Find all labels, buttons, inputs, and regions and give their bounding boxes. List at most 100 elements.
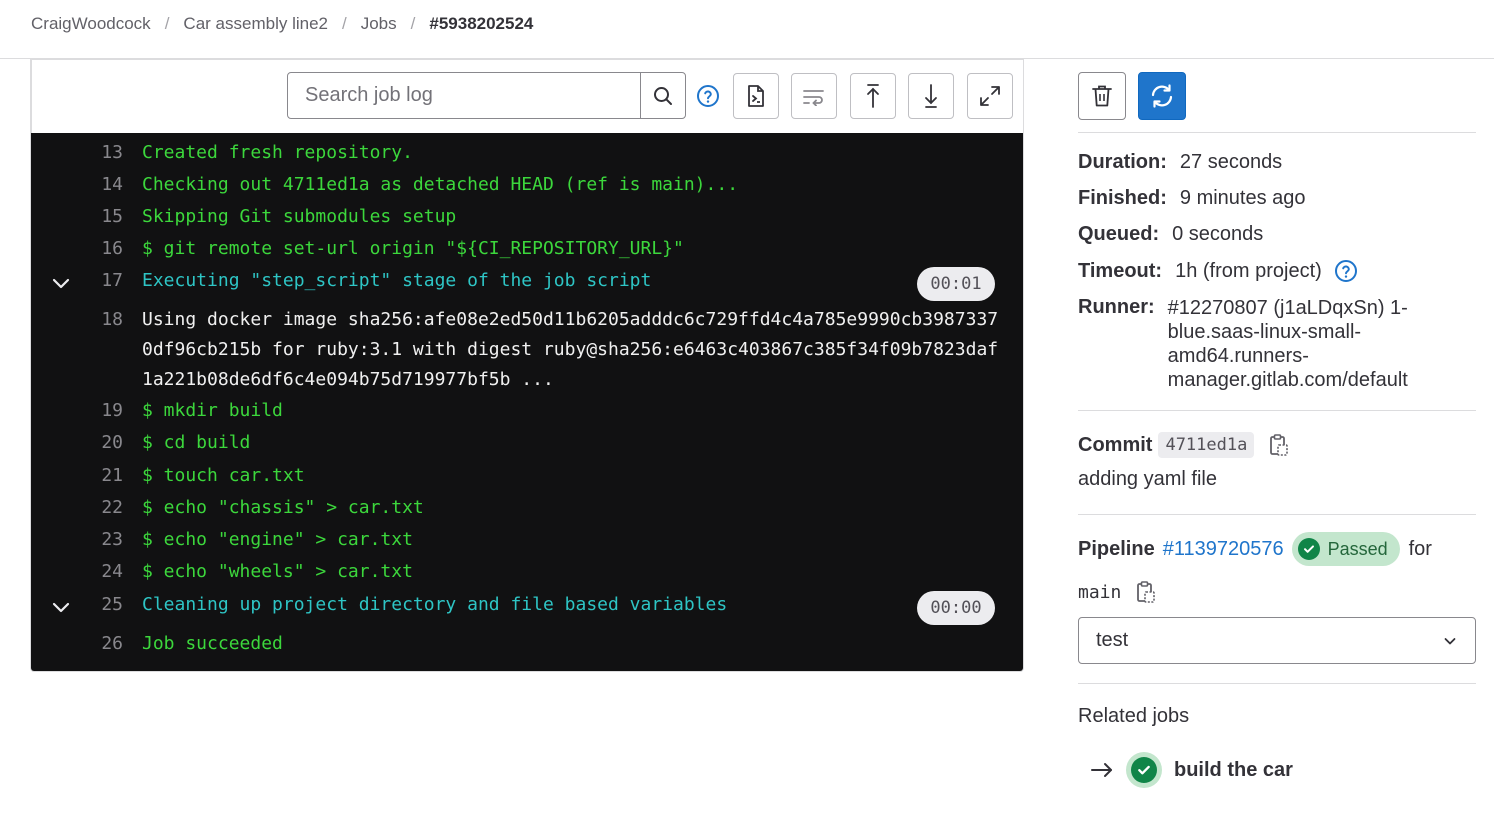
queued-row: Queued: 0 seconds <box>1078 223 1263 246</box>
log-line-number[interactable]: 14 <box>91 170 123 200</box>
log-line-number[interactable]: 21 <box>91 461 123 491</box>
commit-message: adding yaml file <box>1078 468 1217 490</box>
section-duration-badge: 00:01 <box>917 267 995 301</box>
breadcrumb-separator: / <box>341 14 347 33</box>
job-log-panel: 13 Created fresh repository. 14 Checking… <box>30 59 1024 672</box>
breadcrumb-item-jobs[interactable]: Jobs <box>361 14 397 34</box>
sidebar-divider <box>1078 132 1476 133</box>
pipeline-id-link[interactable]: #1139720576 <box>1163 538 1284 561</box>
pipeline-label: Pipeline <box>1078 537 1155 560</box>
show-raw-log-button[interactable] <box>733 73 779 119</box>
scroll-top-icon <box>867 84 879 108</box>
branch-name-link[interactable]: main <box>1078 582 1121 603</box>
finished-label: Finished: <box>1078 187 1167 209</box>
search-job-log-input[interactable] <box>287 72 641 119</box>
question-icon <box>697 85 719 107</box>
log-line-number[interactable]: 18 <box>91 305 123 335</box>
job-log-help-link[interactable] <box>696 84 720 108</box>
fullscreen-button[interactable] <box>967 73 1013 119</box>
stage-dropdown-value: test <box>1096 629 1129 651</box>
job-log-toolbar <box>31 59 1023 133</box>
timeout-label: Timeout: <box>1078 259 1163 282</box>
log-line-text: $ mkdir build <box>142 400 283 421</box>
related-job-name[interactable]: build the car <box>1174 759 1293 782</box>
log-line-text: Executing "step_script" stage of the job… <box>142 270 652 291</box>
log-line-text: Created fresh repository. <box>142 142 413 163</box>
finished-value: 9 minutes ago <box>1179 187 1306 209</box>
job-log-output: 13 Created fresh repository. 14 Checking… <box>31 133 1023 671</box>
trash-icon <box>1092 85 1112 107</box>
sidebar-divider <box>1078 514 1476 515</box>
raw-log-icon <box>748 85 764 107</box>
section-duration-badge: 00:00 <box>917 591 995 625</box>
log-line-number[interactable]: 16 <box>91 234 123 264</box>
log-line-text: $ touch car.txt <box>142 465 305 486</box>
erase-job-log-button[interactable] <box>1078 72 1126 120</box>
copy-to-clipboard-icon[interactable] <box>1135 580 1157 604</box>
log-line-number[interactable]: 20 <box>91 428 123 458</box>
search-icon <box>654 86 672 105</box>
breadcrumb-item-current-job[interactable]: #5938202524 <box>429 14 533 34</box>
line-wrap-icon <box>803 90 824 106</box>
pipeline-status-text: Passed <box>1327 538 1388 559</box>
retry-icon <box>1151 84 1173 108</box>
runner-label: Runner: <box>1078 296 1155 318</box>
log-line-text: Job succeeded <box>142 633 283 654</box>
duration-row: Duration: 27 seconds <box>1078 151 1282 174</box>
log-line-number[interactable]: 19 <box>91 396 123 426</box>
retry-job-button[interactable] <box>1138 72 1186 120</box>
scroll-to-top-button[interactable] <box>850 73 896 119</box>
pipeline-status-badge[interactable]: Passed <box>1291 532 1400 566</box>
log-line-text: $ cd build <box>142 432 251 453</box>
log-line-number[interactable]: 24 <box>91 557 123 587</box>
scroll-bottom-icon <box>925 84 937 108</box>
log-line-text: Skipping Git submodules setup <box>142 206 457 227</box>
queued-value: 0 seconds <box>1172 223 1264 245</box>
chevron-down-icon[interactable] <box>49 271 73 295</box>
duration-label: Duration: <box>1078 151 1167 173</box>
status-success-icon <box>1297 538 1320 560</box>
log-line-number[interactable]: 15 <box>91 202 123 232</box>
log-line-number[interactable]: 25 <box>91 590 123 620</box>
breadcrumb-item-project[interactable]: Car assembly line2 <box>183 14 328 34</box>
related-job-item[interactable]: build the car <box>1090 752 1293 788</box>
log-line-number[interactable]: 23 <box>91 525 123 555</box>
related-jobs-title: Related jobs <box>1078 705 1190 727</box>
copy-to-clipboard-icon[interactable] <box>1268 433 1290 457</box>
scroll-to-bottom-button[interactable] <box>908 73 954 119</box>
log-line-text: $ echo "chassis" > car.txt <box>142 497 424 518</box>
log-line-number[interactable]: 26 <box>91 629 123 659</box>
commit-sha-link[interactable]: 4711ed1a <box>1158 432 1255 458</box>
fullscreen-icon <box>980 86 1000 106</box>
log-line-text: Using docker image sha256:afe08e2ed50d11… <box>142 309 999 390</box>
breadcrumb: CraigWoodcock / Car assembly line2 / Job… <box>31 12 533 36</box>
pipeline-for-text: for <box>1408 537 1432 560</box>
sidebar-divider <box>1078 683 1476 684</box>
pipeline-branch-row: main <box>1078 580 1157 604</box>
stage-dropdown[interactable]: test <box>1078 617 1476 664</box>
finished-row: Finished: 9 minutes ago <box>1078 187 1306 210</box>
wrap-lines-button[interactable] <box>791 73 837 119</box>
log-line-text: $ echo "engine" > car.txt <box>142 529 413 550</box>
log-line-number[interactable]: 22 <box>91 493 123 523</box>
queued-label: Queued: <box>1078 223 1160 245</box>
duration-value: 27 seconds <box>1179 151 1283 173</box>
chevron-down-icon[interactable] <box>49 595 73 619</box>
status-success-icon <box>1126 752 1162 788</box>
pipeline-row: Pipeline #1139720576 Passed for <box>1078 532 1432 566</box>
log-line-number[interactable]: 17 <box>91 266 123 296</box>
commit-row: Commit 4711ed1a <box>1078 432 1290 458</box>
runner-row: Runner: #12270807 (j1aLDqxSn) 1-blue.saa… <box>1078 296 1458 392</box>
log-line-text: Cleaning up project directory and file b… <box>142 594 728 615</box>
breadcrumb-separator: / <box>410 14 416 33</box>
question-icon[interactable] <box>1334 259 1358 283</box>
breadcrumb-item-user[interactable]: CraigWoodcock <box>31 14 151 34</box>
breadcrumb-separator: / <box>164 14 170 33</box>
search-button[interactable] <box>640 72 686 119</box>
timeout-value: 1h (from project) <box>1175 259 1322 282</box>
log-line-text: $ git remote set-url origin "${CI_REPOSI… <box>142 238 684 259</box>
log-line-number[interactable]: 13 <box>91 138 123 168</box>
commit-label: Commit <box>1078 433 1153 456</box>
arrow-right-icon <box>1091 763 1112 777</box>
log-line-text: $ echo "wheels" > car.txt <box>142 561 413 582</box>
